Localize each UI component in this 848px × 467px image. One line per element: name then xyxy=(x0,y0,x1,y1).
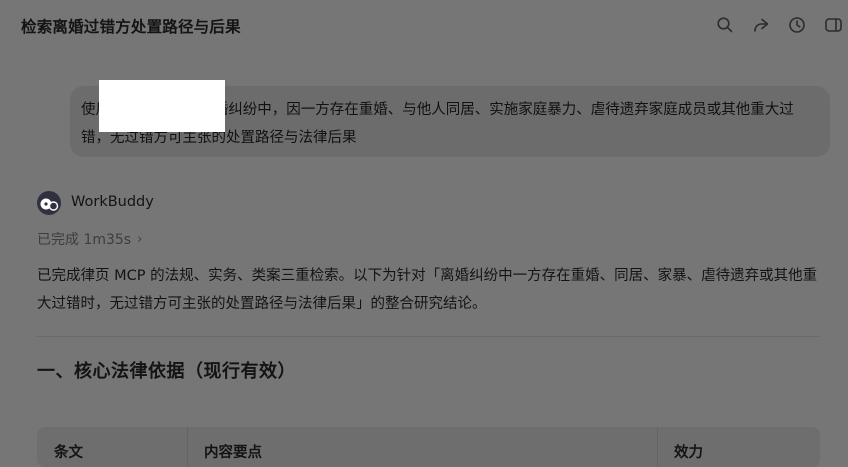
selection-highlight xyxy=(99,80,225,132)
agent-avatar xyxy=(37,191,61,215)
panel-icon[interactable] xyxy=(824,16,842,34)
section-heading: 一、核心法律依据（现行有效） xyxy=(37,361,296,382)
page-title: 检索离婚过错方处置路径与后果 xyxy=(21,18,241,36)
table-header-validity: 效力 xyxy=(674,445,703,461)
status-toggle[interactable]: 已完成 1m35s › xyxy=(37,229,142,249)
answer-intro: 已完成律页 MCP 的法规、实务、类案三重检索。以下为针对「离婚纠纷中一方存在重… xyxy=(37,268,818,312)
search-icon[interactable] xyxy=(716,16,734,34)
header-bar: 检索离婚过错方处置路径与后果 xyxy=(0,0,848,50)
share-icon[interactable] xyxy=(752,16,770,34)
table-header-article: 条文 xyxy=(54,445,83,461)
history-icon[interactable] xyxy=(788,16,806,34)
status-text: 已完成 1m35s xyxy=(37,232,132,248)
agent-name: WorkBuddy xyxy=(71,194,154,210)
table-header-content: 内容要点 xyxy=(204,445,262,461)
chevron-right-icon: › xyxy=(137,231,143,247)
table-column-separator xyxy=(187,427,188,467)
law-table: 条文 内容要点 效力 xyxy=(37,427,820,467)
divider xyxy=(37,336,820,337)
table-column-separator xyxy=(657,427,658,467)
